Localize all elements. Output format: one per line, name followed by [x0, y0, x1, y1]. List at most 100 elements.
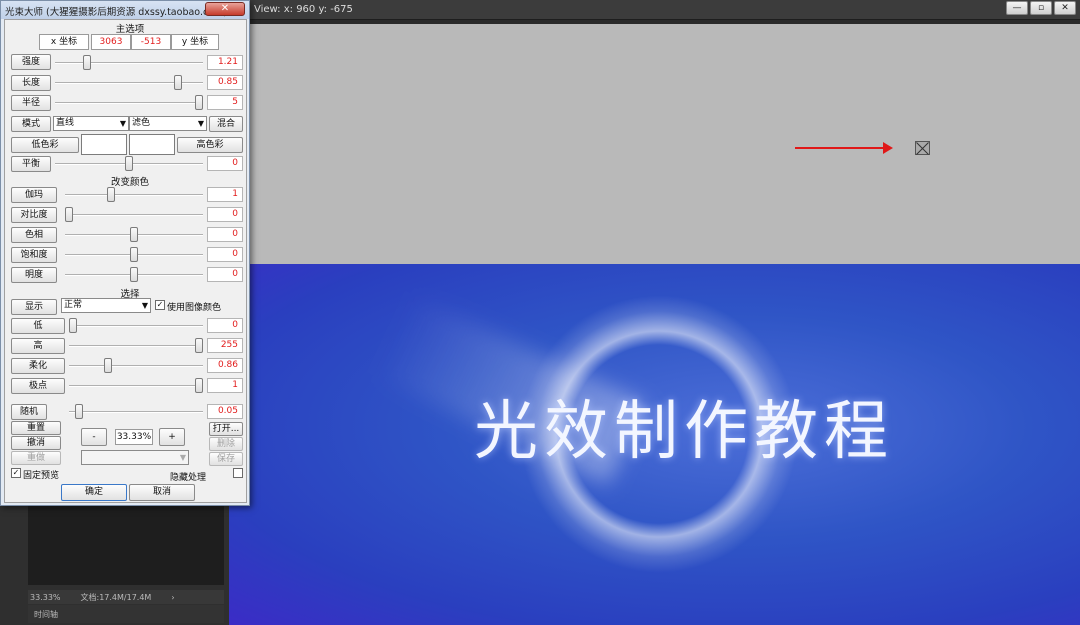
reset-button[interactable]: 重置	[11, 421, 61, 435]
gamma-slider-thumb[interactable]	[106, 187, 115, 202]
hue-label-button[interactable]: 色相	[11, 227, 57, 243]
preset-select[interactable]: ▼	[81, 450, 189, 465]
zoom-in-button[interactable]: +	[159, 428, 185, 446]
low-label-button[interactable]: 低	[11, 318, 65, 334]
status-chevron-icon[interactable]: ›	[171, 593, 174, 602]
soften-slider-thumb[interactable]	[104, 358, 113, 373]
saturation-value[interactable]: 0	[207, 247, 243, 262]
pole-slider-track[interactable]	[69, 385, 203, 387]
delete-button[interactable]: 删除	[209, 437, 243, 451]
blend-mode-select[interactable]: 滤色 ▼	[129, 116, 207, 131]
maximize-button[interactable]: ▫	[1030, 1, 1052, 15]
zoom-out-button[interactable]: -	[81, 428, 107, 446]
minimize-button[interactable]: —	[1006, 1, 1028, 15]
dialog-close-button[interactable]: ✕	[205, 2, 245, 16]
fixed-preview-checkbox[interactable]: ✓	[11, 468, 21, 478]
high-slider-thumb[interactable]	[195, 338, 203, 353]
length-value[interactable]: 0.85	[207, 75, 243, 90]
status-bar: 33.33% 文档:17.4M/17.4M ›	[28, 590, 224, 604]
display-mode-value: 正常	[64, 300, 83, 310]
balance-slider-thumb[interactable]	[125, 156, 133, 171]
low-color-swatch[interactable]	[81, 134, 127, 155]
change-color-heading: 改变颜色	[110, 177, 149, 188]
high-color-button[interactable]: 高色彩	[177, 137, 243, 153]
soften-label-button[interactable]: 柔化	[11, 358, 65, 374]
redo-button[interactable]: 重做	[11, 451, 61, 465]
mode-type-select[interactable]: 直线 ▼	[53, 116, 129, 131]
radius-label-button[interactable]: 半径	[11, 95, 51, 111]
pole-label-button[interactable]: 极点	[11, 378, 65, 394]
canvas-gray-area	[229, 24, 1080, 264]
saturation-slider-thumb[interactable]	[130, 247, 138, 262]
balance-label-button[interactable]: 平衡	[11, 156, 51, 172]
high-slider-track[interactable]	[69, 345, 203, 347]
lightness-slider-thumb[interactable]	[130, 267, 138, 282]
light-center-marker-icon[interactable]	[915, 141, 930, 155]
low-color-button[interactable]: 低色彩	[11, 137, 79, 153]
radius-slider-thumb[interactable]	[195, 95, 203, 110]
low-slider-thumb[interactable]	[69, 318, 77, 333]
high-color-swatch[interactable]	[129, 134, 175, 155]
low-value[interactable]: 0	[207, 318, 243, 333]
lightness-value[interactable]: 0	[207, 267, 243, 282]
random-slider-track[interactable]	[69, 411, 203, 413]
soften-value[interactable]: 0.86	[207, 358, 243, 373]
strength-value[interactable]: 1.21	[207, 55, 243, 70]
gamma-label-button[interactable]: 伽玛	[11, 187, 57, 203]
contrast-slider-thumb[interactable]	[65, 207, 73, 222]
strength-label-button[interactable]: 强度	[11, 54, 51, 70]
strength-slider-thumb[interactable]	[83, 55, 91, 70]
chevron-down-icon: ▼	[197, 119, 204, 128]
radius-value[interactable]: 5	[207, 95, 243, 110]
host-window-controls: — ▫ ✕	[1006, 1, 1076, 15]
chevron-down-icon: ▼	[141, 301, 148, 310]
use-image-color-checkbox[interactable]: ✓	[155, 300, 165, 310]
zoom-value: 33.33%	[115, 429, 153, 445]
length-slider-thumb[interactable]	[174, 75, 182, 90]
display-mode-select[interactable]: 正常 ▼	[61, 298, 151, 313]
save-button[interactable]: 保存	[209, 452, 243, 466]
dialog-titlebar[interactable]: 光束大师 (大猩猩摄影后期资源 dxssy.taobao.com) ✕	[1, 1, 249, 19]
x-coord-value[interactable]: 3063	[91, 34, 131, 50]
soften-slider-track[interactable]	[69, 365, 203, 367]
hide-processing-checkbox[interactable]	[233, 468, 243, 478]
close-window-button[interactable]: ✕	[1054, 1, 1076, 15]
x-coord-label: x 坐标	[39, 34, 89, 50]
strength-slider-track[interactable]	[55, 62, 203, 64]
high-value[interactable]: 255	[207, 338, 243, 353]
hue-slider-thumb[interactable]	[130, 227, 138, 242]
low-slider-track[interactable]	[69, 325, 203, 327]
contrast-slider-track[interactable]	[65, 214, 203, 216]
length-label-button[interactable]: 长度	[11, 75, 51, 91]
blend-mode-value: 滤色	[132, 118, 151, 128]
balance-value[interactable]: 0	[207, 156, 243, 171]
mode-label-button[interactable]: 模式	[11, 116, 51, 132]
y-coord-value[interactable]: -513	[131, 34, 171, 50]
chevron-down-icon: ▼	[119, 119, 126, 128]
pole-value[interactable]: 1	[207, 378, 243, 393]
timeline-tab[interactable]: 时间轴	[28, 605, 224, 623]
open-button[interactable]: 打开...	[209, 422, 243, 436]
lightness-label-button[interactable]: 明度	[11, 267, 57, 283]
cancel-button[interactable]: 取消	[129, 484, 195, 501]
gamma-slider-track[interactable]	[65, 194, 203, 196]
chevron-down-icon: ▼	[179, 453, 186, 462]
contrast-label-button[interactable]: 对比度	[11, 207, 57, 223]
high-label-button[interactable]: 高	[11, 338, 65, 354]
blend-button[interactable]: 混合	[209, 116, 243, 132]
undo-button[interactable]: 撤消	[11, 436, 61, 450]
contrast-value[interactable]: 0	[207, 207, 243, 222]
pole-slider-thumb[interactable]	[195, 378, 203, 393]
ok-button[interactable]: 确定	[61, 484, 127, 501]
hue-value[interactable]: 0	[207, 227, 243, 242]
display-label-button[interactable]: 显示	[11, 299, 57, 315]
saturation-label-button[interactable]: 饱和度	[11, 247, 57, 263]
gamma-value[interactable]: 1	[207, 187, 243, 202]
radius-slider-track[interactable]	[55, 102, 203, 104]
random-button[interactable]: 随机	[11, 404, 47, 420]
random-slider-thumb[interactable]	[75, 404, 84, 419]
random-value[interactable]: 0.05	[207, 404, 243, 419]
document-canvas[interactable]: 光效制作教程	[229, 24, 1080, 625]
status-zoom: 33.33%	[30, 592, 61, 602]
y-coord-label: y 坐标	[171, 34, 219, 50]
